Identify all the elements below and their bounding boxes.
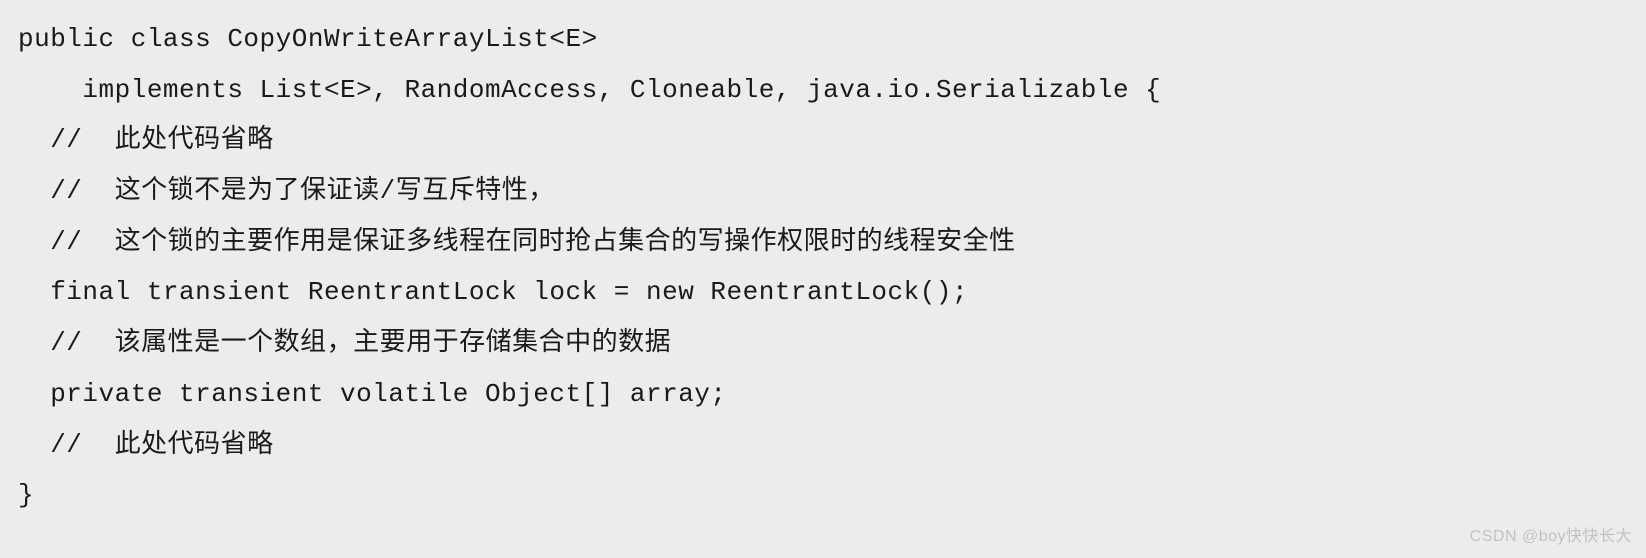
code-line: private transient volatile Object[] arra…: [18, 369, 1628, 420]
code-block: public class CopyOnWriteArrayList<E> imp…: [18, 14, 1628, 521]
code-line: final transient ReentrantLock lock = new…: [18, 267, 1628, 318]
code-line: // 此处代码省略: [18, 115, 1628, 166]
watermark: CSDN @boy快快长大: [1470, 521, 1632, 552]
code-line: // 此处代码省略: [18, 420, 1628, 471]
code-line: // 该属性是一个数组，主要用于存储集合中的数据: [18, 318, 1628, 369]
code-line: implements List<E>, RandomAccess, Clonea…: [18, 65, 1628, 116]
code-line: // 这个锁不是为了保证读/写互斥特性，: [18, 166, 1628, 217]
code-line: }: [18, 470, 1628, 521]
code-line: // 这个锁的主要作用是保证多线程在同时抢占集合的写操作权限时的线程安全性: [18, 217, 1628, 268]
code-line: public class CopyOnWriteArrayList<E>: [18, 14, 1628, 65]
